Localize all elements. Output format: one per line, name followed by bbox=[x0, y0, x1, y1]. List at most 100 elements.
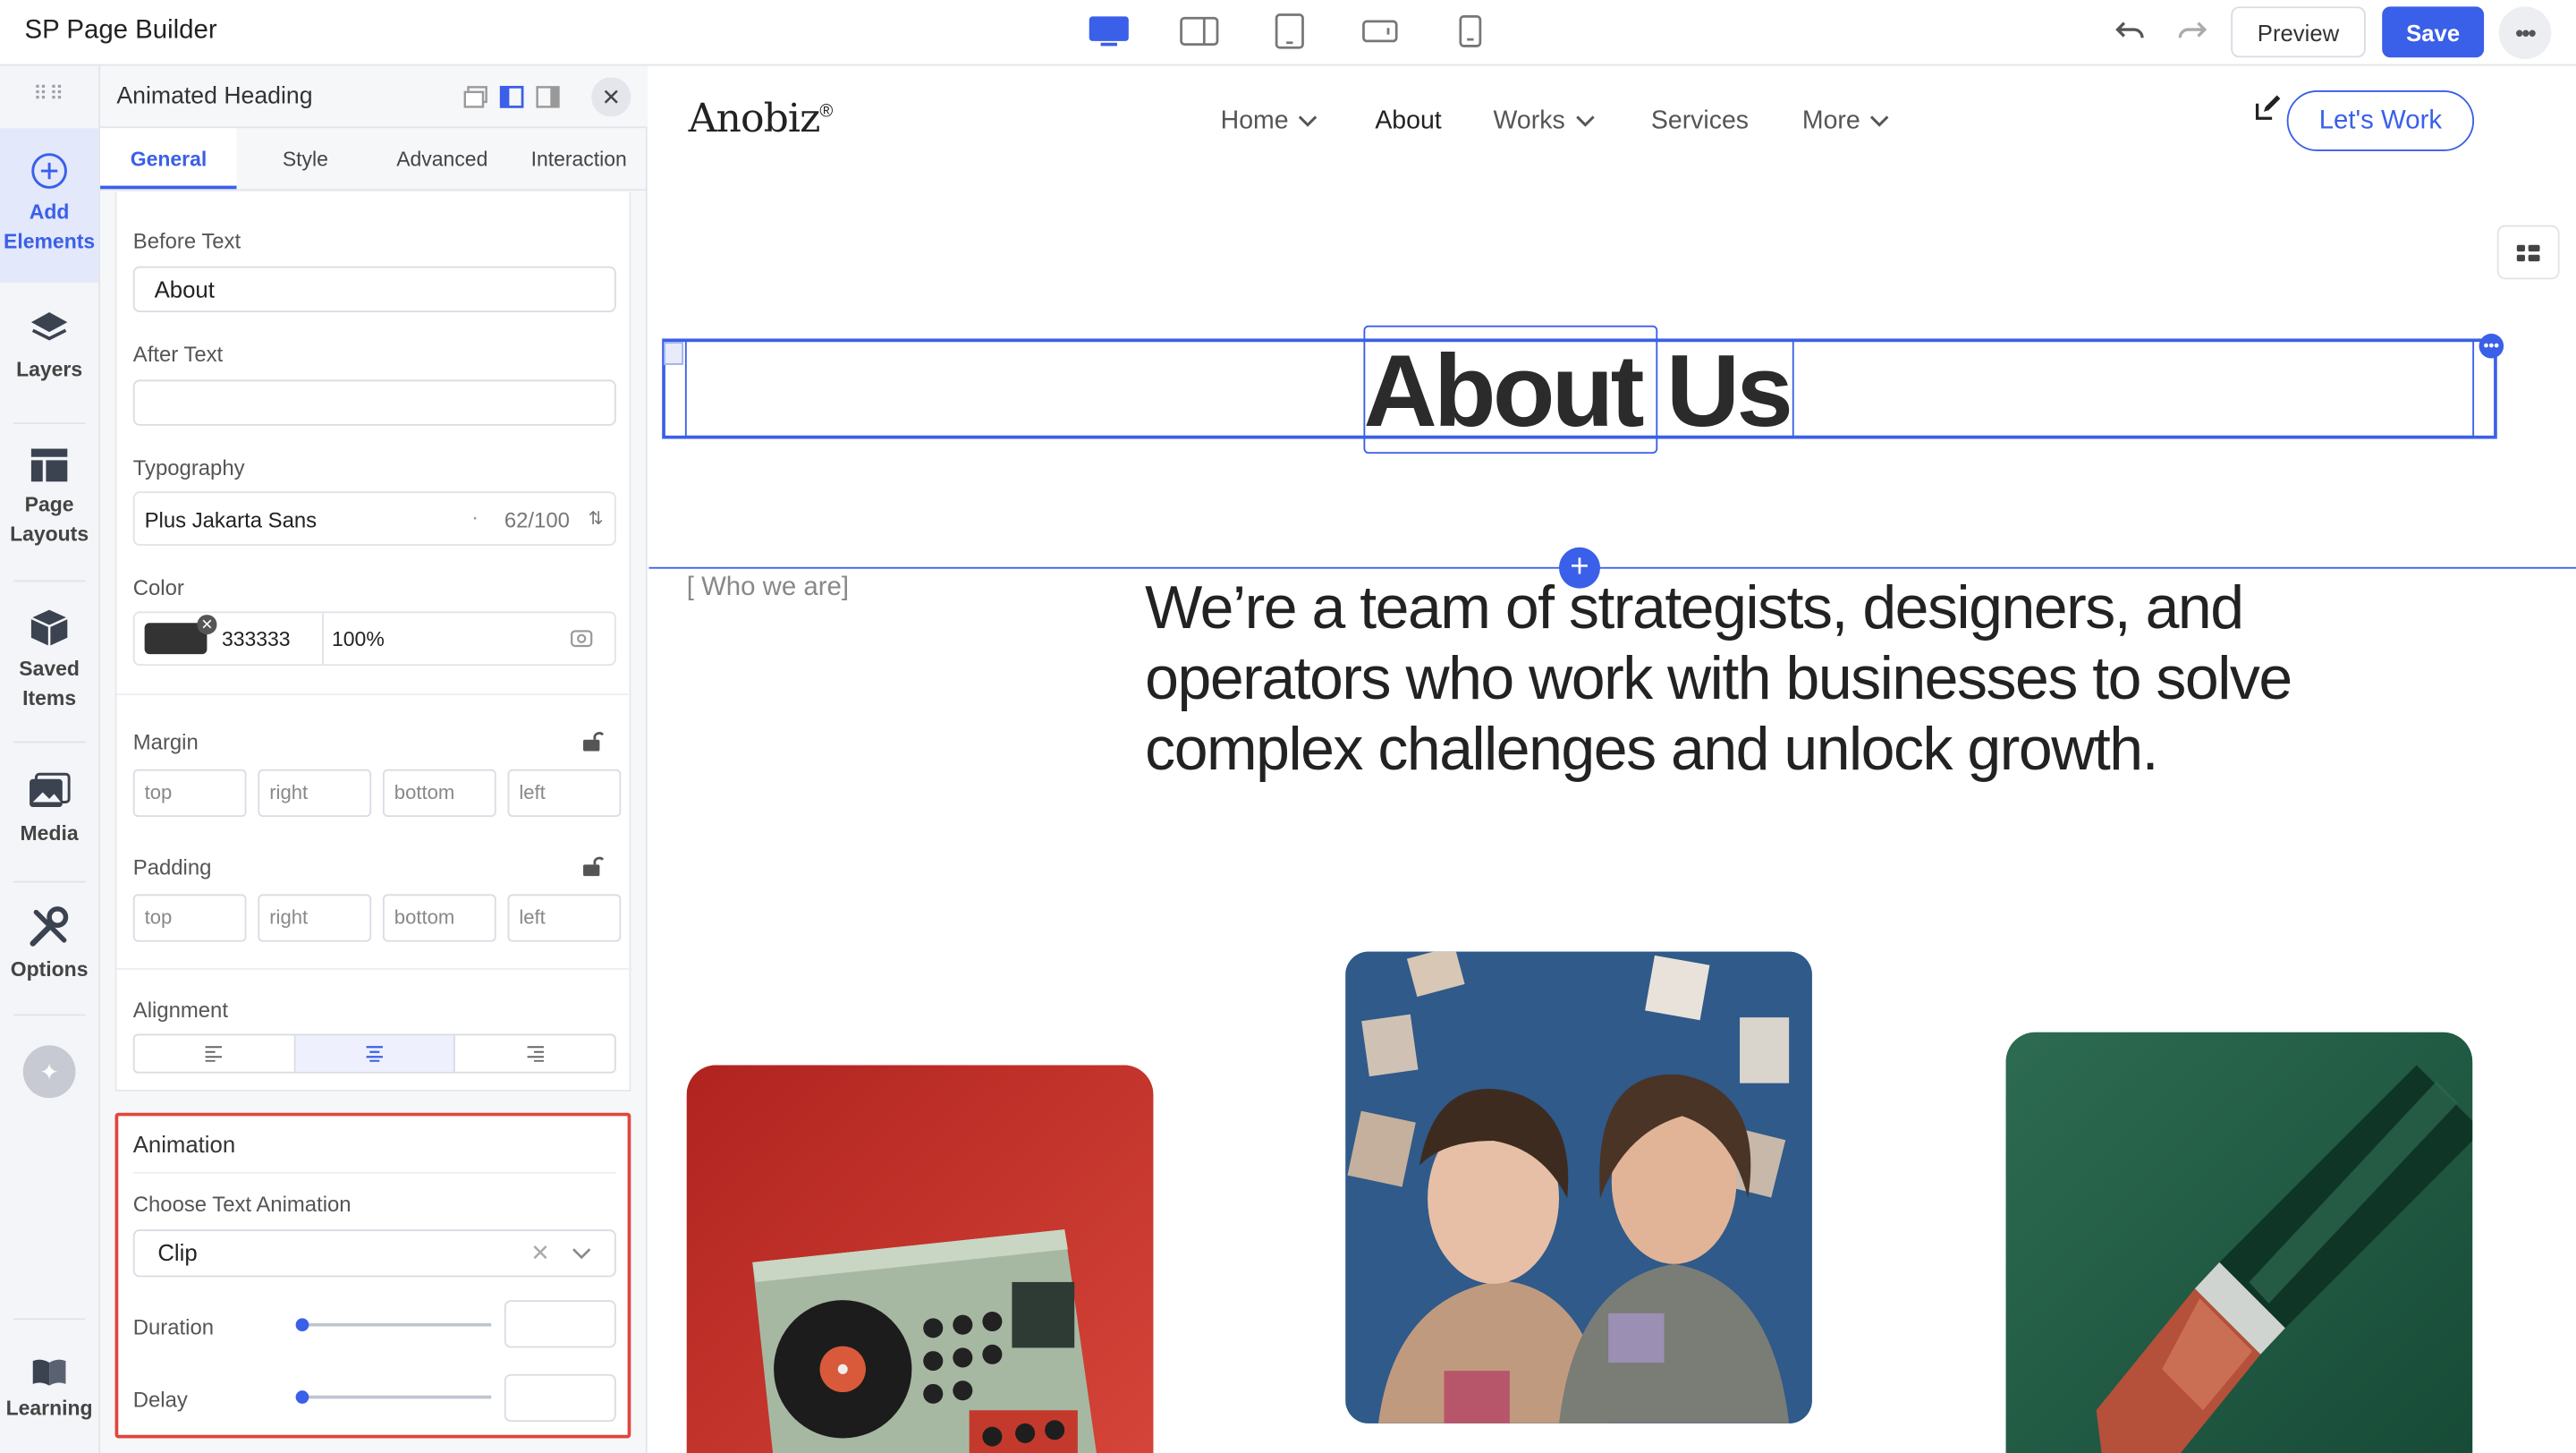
desktop-view-icon[interactable] bbox=[1088, 13, 1131, 49]
tab-advanced[interactable]: Advanced bbox=[374, 128, 511, 189]
saved-items-icon bbox=[30, 609, 68, 646]
tablet-view-icon[interactable] bbox=[1268, 13, 1311, 49]
drag-grip-icon[interactable]: ⠿⠿ bbox=[0, 65, 98, 121]
device-switcher bbox=[1088, 13, 1539, 49]
duration-input[interactable] bbox=[504, 1300, 616, 1348]
margin-top-input[interactable]: top bbox=[132, 769, 247, 818]
mobile-portrait-view-icon[interactable] bbox=[1449, 13, 1492, 49]
rail-page-layouts[interactable]: Page Layouts bbox=[0, 447, 98, 563]
team-portrait-image bbox=[1345, 951, 1812, 1423]
rail-media[interactable]: Media bbox=[0, 772, 98, 871]
padding-right-input[interactable]: right bbox=[258, 894, 372, 942]
dock-left-icon[interactable] bbox=[499, 85, 524, 109]
chevron-down-icon bbox=[1299, 115, 1318, 127]
layout-grid-icon[interactable] bbox=[2496, 225, 2560, 280]
broom-icon: ✦ bbox=[22, 1045, 76, 1099]
tab-general[interactable]: General bbox=[100, 128, 237, 190]
before-text-label: Before Text bbox=[132, 228, 242, 253]
after-text-label: After Text bbox=[132, 342, 224, 367]
nav-home[interactable]: Home bbox=[1221, 106, 1318, 136]
save-button[interactable]: Save bbox=[2382, 6, 2485, 58]
row-options-icon[interactable]: ••• bbox=[2479, 333, 2504, 359]
rail-label: Learning bbox=[5, 1397, 93, 1421]
rail-layers[interactable]: Layers bbox=[0, 309, 98, 407]
before-text-input[interactable]: About bbox=[132, 266, 616, 313]
delay-label: Delay bbox=[132, 1387, 188, 1413]
text-cursor bbox=[1792, 340, 1794, 438]
unlock-icon[interactable] bbox=[581, 854, 605, 878]
alignment-control bbox=[132, 1033, 616, 1074]
adjust-icon[interactable]: ⇅ bbox=[589, 508, 604, 530]
nav-works[interactable]: Works bbox=[1494, 106, 1595, 136]
float-panel-icon[interactable] bbox=[463, 86, 488, 109]
panel-title: Animated Heading bbox=[116, 83, 313, 111]
panel-tabs: General Style Advanced Interaction bbox=[100, 128, 648, 191]
mobile-landscape-view-icon[interactable] bbox=[1359, 13, 1402, 49]
nav-label: About bbox=[1375, 106, 1442, 135]
nav-label: Works bbox=[1493, 106, 1565, 135]
rail-options[interactable]: Options bbox=[0, 905, 98, 1004]
top-toolbar: SP Page Builder Preview Save ••• bbox=[0, 0, 2576, 66]
rail-saved-items[interactable]: Saved Items bbox=[0, 608, 98, 724]
duration-slider[interactable] bbox=[295, 1318, 492, 1332]
nav-more[interactable]: More bbox=[1802, 106, 1890, 136]
tab-style[interactable]: Style bbox=[237, 128, 374, 189]
tab-interaction[interactable]: Interaction bbox=[511, 128, 648, 189]
choose-animation-label: Choose Text Animation bbox=[132, 1191, 352, 1217]
clear-selection-icon[interactable]: ✕ bbox=[530, 1231, 550, 1276]
animated-heading[interactable]: About Us bbox=[1363, 334, 1792, 450]
rail-label: Options bbox=[10, 958, 89, 981]
laptop-view-icon[interactable] bbox=[1178, 13, 1221, 49]
row-drag-handle-icon[interactable] bbox=[664, 342, 684, 365]
margin-left-input[interactable]: left bbox=[507, 769, 622, 818]
delay-slider-knob[interactable] bbox=[295, 1390, 309, 1404]
padding-top-input[interactable]: top bbox=[132, 894, 247, 942]
rail-label: Saved bbox=[19, 657, 80, 681]
rail-label: Layers bbox=[16, 358, 83, 382]
align-right-icon[interactable] bbox=[455, 1035, 614, 1071]
clear-color-icon[interactable]: ✕ bbox=[197, 615, 217, 635]
more-options-icon[interactable]: ••• bbox=[2498, 6, 2552, 60]
after-text-input[interactable] bbox=[132, 379, 616, 426]
text-animation-select[interactable]: Clip ✕ bbox=[132, 1229, 616, 1278]
general-settings: Before Text About After Text Typography … bbox=[114, 191, 633, 1092]
rail-label: Items bbox=[22, 686, 77, 710]
section-eyebrow: [ Who we are] bbox=[686, 574, 850, 602]
preview-button[interactable]: Preview bbox=[2231, 6, 2366, 58]
nav-services[interactable]: Services bbox=[1651, 106, 1749, 136]
rail-add-elements[interactable]: Add Elements bbox=[0, 128, 99, 283]
rail-label: Layouts bbox=[10, 523, 89, 546]
align-left-icon[interactable] bbox=[135, 1035, 296, 1072]
undo-icon[interactable] bbox=[2114, 16, 2148, 54]
delay-slider[interactable] bbox=[295, 1390, 492, 1404]
lets-work-button[interactable]: Let's Work bbox=[2286, 90, 2475, 152]
typography-label: Typography bbox=[132, 455, 245, 480]
edit-icon[interactable] bbox=[2254, 94, 2282, 122]
padding-inputs: top right bottom left bbox=[132, 894, 622, 942]
nav-about[interactable]: About bbox=[1375, 106, 1441, 136]
padding-left-input[interactable]: left bbox=[507, 894, 622, 942]
color-hex-input[interactable]: 333333 bbox=[222, 628, 291, 651]
delay-input[interactable] bbox=[504, 1373, 616, 1423]
color-label: Color bbox=[132, 574, 184, 600]
site-logo[interactable]: Anobiz® bbox=[689, 96, 834, 141]
eyedropper-icon[interactable] bbox=[570, 628, 593, 648]
app-title: SP Page Builder bbox=[24, 16, 217, 45]
padding-bottom-input[interactable]: bottom bbox=[382, 894, 496, 942]
padding-label: Padding bbox=[132, 854, 212, 879]
rail-learning[interactable]: Learning bbox=[0, 1357, 98, 1440]
redo-icon[interactable] bbox=[2175, 16, 2208, 54]
rail-label: Page bbox=[24, 493, 74, 516]
close-icon[interactable]: ✕ bbox=[591, 77, 631, 117]
margin-label: Margin bbox=[132, 729, 199, 755]
duration-slider-knob[interactable] bbox=[295, 1318, 309, 1332]
typography-control[interactable]: Plus Jakarta Sans · 62/100 ⇅ bbox=[132, 491, 616, 546]
unlock-icon[interactable] bbox=[581, 730, 605, 753]
margin-bottom-input[interactable]: bottom bbox=[382, 769, 496, 818]
color-opacity-input[interactable]: 100% bbox=[332, 628, 385, 651]
chevron-down-icon[interactable] bbox=[572, 1231, 591, 1276]
align-center-icon[interactable] bbox=[295, 1035, 456, 1072]
margin-right-input[interactable]: right bbox=[258, 769, 372, 818]
rail-clean-tool[interactable]: ✦ bbox=[0, 1045, 98, 1099]
dock-right-icon[interactable] bbox=[536, 86, 561, 109]
